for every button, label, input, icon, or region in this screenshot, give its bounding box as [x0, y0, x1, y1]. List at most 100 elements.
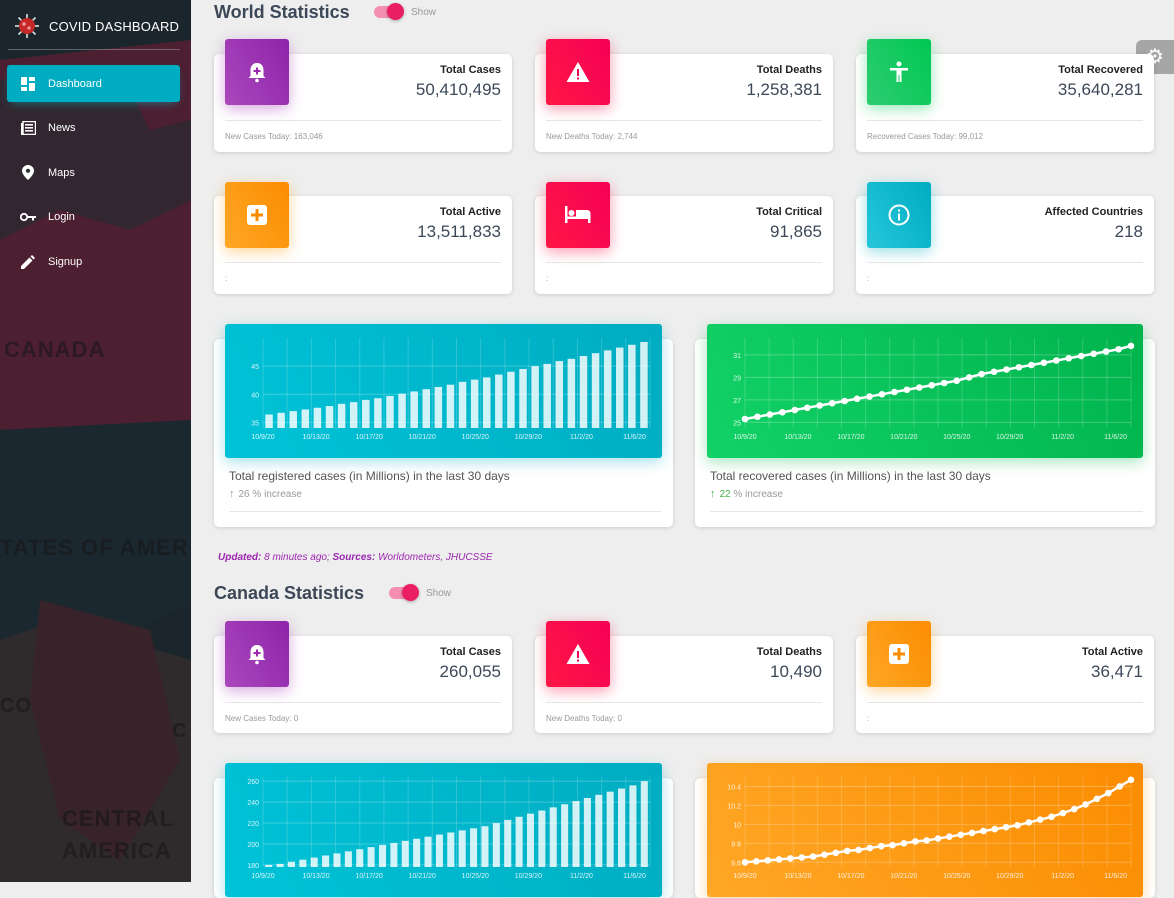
- data-point: [1090, 350, 1097, 358]
- x-tick-label: 10/13/20: [784, 434, 811, 441]
- chart-svg: 25 27 29 31 10/9/20 10/13/20 10/17/20 10/21/20 1…: [733, 338, 1135, 441]
- bar: [504, 819, 512, 867]
- x-tick-label: 10/21/20: [890, 434, 917, 441]
- bar: [526, 813, 535, 867]
- bar: [470, 828, 478, 867]
- data-point: [1036, 816, 1044, 823]
- sidebar-item-news[interactable]: News: [7, 110, 180, 147]
- stat-icon-box: [867, 39, 931, 105]
- bar: [410, 391, 418, 428]
- bar: [616, 347, 624, 428]
- chart-caption: Total registered cases (in Millions) in …: [229, 469, 510, 483]
- stat-card-total-critical: Total Critical 91,865 :: [535, 182, 833, 294]
- data-point: [1102, 348, 1110, 355]
- footer-value: 0: [293, 714, 299, 723]
- data-point: [1104, 789, 1112, 797]
- sources-value[interactable]: Worldometers, JHUCSSE: [378, 552, 492, 563]
- data-point: [980, 827, 987, 835]
- toggle-label: Show: [426, 587, 452, 599]
- data-point: [953, 377, 960, 385]
- bar: [401, 840, 409, 867]
- card-divider: [867, 702, 1143, 703]
- bar: [567, 358, 576, 428]
- bar: [543, 363, 551, 428]
- card-divider: [225, 702, 501, 703]
- y-tick-label: 220: [247, 821, 259, 828]
- card-divider: [867, 120, 1143, 121]
- x-tick-label: 10/9/20: [251, 434, 274, 441]
- x-tick-label: 10/21/20: [409, 873, 436, 880]
- data-point: [1048, 813, 1055, 821]
- data-point: [1015, 363, 1023, 371]
- x-tick-label: 10/25/20: [943, 873, 970, 880]
- info-icon: [888, 204, 910, 226]
- data-point: [1127, 776, 1135, 784]
- chart-world-cases: 35 40 45 10/9/20 10/13/20 10/17/20 10/21/20 10/…: [225, 324, 662, 458]
- stat-value: 35,640,281: [1057, 80, 1143, 99]
- brand[interactable]: COVID DASHBOARD: [14, 11, 179, 41]
- x-tick-label: 10/29/20: [996, 434, 1023, 441]
- data-point: [991, 825, 999, 833]
- sidebar-item-signup[interactable]: Signup: [7, 243, 180, 280]
- card-divider: [225, 262, 501, 263]
- sidebar-item-maps[interactable]: Maps: [7, 154, 180, 191]
- sidebar-item-login[interactable]: Login: [7, 199, 180, 236]
- footer-label: :: [867, 274, 870, 283]
- sidebar-item-dashboard[interactable]: Dashboard: [7, 65, 180, 102]
- stat-label: Total Active: [1081, 646, 1143, 658]
- data-point: [1065, 354, 1073, 362]
- stat-label: Total Critical: [756, 206, 822, 218]
- data-point: [754, 413, 761, 421]
- footer-label: New Deaths Today:: [546, 132, 616, 141]
- bar: [446, 384, 455, 428]
- x-tick-label: 10/21/20: [409, 434, 436, 441]
- sidebar: CANADA TATES OF AMER CO C CENTRAL AMERIC…: [0, 0, 191, 882]
- bar: [325, 406, 334, 428]
- map-label-canada: CANADA: [4, 337, 106, 362]
- stat-value: 10,490: [770, 662, 822, 681]
- map-label-mexico: CO: [0, 695, 32, 717]
- data-point: [753, 858, 760, 865]
- chart-delta: ↑ 26 % increase: [229, 488, 302, 500]
- x-tick-label: 11/6/20: [623, 873, 646, 880]
- footer-label: New Deaths Today:: [546, 714, 616, 723]
- stat-value: 1,258,381: [746, 80, 822, 99]
- data-point: [1014, 822, 1021, 829]
- data-point: [841, 397, 848, 405]
- sidebar-item-label: Signup: [48, 255, 83, 268]
- bar: [349, 402, 358, 428]
- hospital-bed-icon: [565, 206, 591, 223]
- data-point: [766, 411, 774, 418]
- x-tick-label: 10/17/20: [356, 434, 383, 441]
- data-point: [911, 838, 919, 845]
- data-point: [791, 406, 799, 414]
- virus-logo-icon: [15, 14, 39, 38]
- bar: [277, 412, 285, 428]
- bar: [507, 371, 515, 428]
- data-point: [787, 855, 794, 862]
- key-icon: [20, 209, 36, 225]
- bar: [603, 350, 612, 428]
- bar: [591, 353, 600, 428]
- y-tick-label: 27: [733, 398, 741, 405]
- bar: [531, 366, 539, 428]
- chart-svg: 35 40 45 10/9/20 10/13/20 10/17/20 10/21/20 10/…: [251, 338, 651, 441]
- hospital-bell-icon: [248, 63, 266, 83]
- world-show-toggle[interactable]: Show: [374, 3, 436, 20]
- stat-footer: New Deaths Today: 2,744: [546, 132, 638, 141]
- x-tick-label: 10/21/20: [890, 873, 917, 880]
- updated-time: 8 minutes ago;: [264, 552, 330, 563]
- bar: [367, 847, 375, 867]
- bar: [287, 861, 295, 867]
- stat-icon-box: [225, 621, 289, 687]
- stat-label: Total Deaths: [756, 64, 822, 76]
- footer-value: 0: [617, 714, 622, 723]
- canada-show-toggle[interactable]: Show: [389, 584, 452, 601]
- news-icon: [20, 120, 36, 136]
- bar: [640, 781, 648, 867]
- bar: [583, 797, 591, 867]
- bar: [481, 826, 489, 867]
- bar: [390, 842, 398, 867]
- stat-card-canada-total-active: Total Active 36,471 :: [856, 621, 1154, 733]
- chart-svg: 9.6 9.8 10 10.2 10.4 10/9/20 10/13/20 10/17/20 1…: [727, 776, 1135, 880]
